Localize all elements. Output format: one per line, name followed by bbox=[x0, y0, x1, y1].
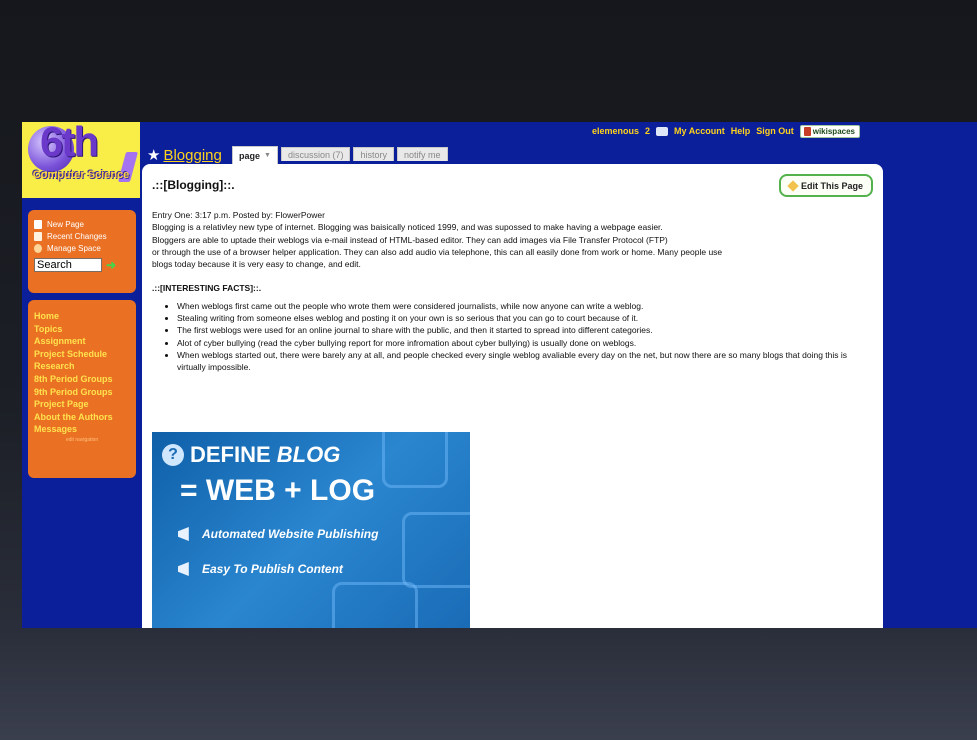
image-line-1: DEFINE BLOG bbox=[190, 442, 340, 468]
page-content: .::[Blogging]::. Edit This Page Entry On… bbox=[142, 164, 883, 628]
username-link[interactable]: elemenous bbox=[592, 126, 639, 136]
tab-discussion[interactable]: discussion (7) bbox=[280, 147, 351, 161]
nav-project-page[interactable]: Project Page bbox=[34, 398, 130, 411]
fact-item: When weblogs first came out the people w… bbox=[177, 300, 873, 312]
tab-page[interactable]: page ▼ bbox=[232, 146, 278, 164]
image-line-1b: BLOG bbox=[276, 442, 341, 467]
decor-shape bbox=[382, 432, 448, 488]
tab-history[interactable]: history bbox=[353, 147, 394, 161]
wikispaces-icon bbox=[803, 126, 811, 136]
user-bar: elemenous 2 My Account Help Sign Out wik… bbox=[592, 124, 860, 138]
wikispaces-label: wikispaces bbox=[812, 126, 855, 136]
logo-text: 6th bbox=[40, 122, 99, 165]
paragraph: Bloggers are able to uptade their weblog… bbox=[152, 234, 668, 245]
search-input[interactable] bbox=[34, 258, 102, 272]
calendar-icon bbox=[34, 231, 42, 241]
logo-subtitle: Computer Science bbox=[32, 169, 130, 181]
edit-navigation-link[interactable]: edit navigation bbox=[34, 437, 130, 443]
tab-history-label: history bbox=[360, 149, 387, 160]
tab-discussion-label: discussion (7) bbox=[287, 149, 344, 160]
star-icon[interactable]: ★ bbox=[147, 146, 160, 164]
image-line-2: = WEB + LOG bbox=[180, 474, 376, 507]
chevron-down-icon[interactable]: ▼ bbox=[264, 152, 271, 159]
megaphone-icon bbox=[178, 562, 189, 576]
image-bullet-2: Easy To Publish Content bbox=[178, 562, 343, 576]
decor-shape bbox=[332, 582, 418, 628]
paragraph: Blogging is a relativley new type of int… bbox=[152, 222, 663, 233]
nav-project-schedule[interactable]: Project Schedule bbox=[34, 348, 130, 361]
paragraph: or through the use of a browser helper a… bbox=[152, 246, 723, 257]
wikispaces-badge[interactable]: wikispaces bbox=[799, 124, 860, 138]
define-blog-image: ? DEFINE BLOG = WEB + LOG Automated Webs… bbox=[152, 432, 470, 628]
fact-item: Alot of cyber bullying (read the cyber b… bbox=[177, 337, 873, 349]
tab-notify-me[interactable]: notify me bbox=[397, 147, 448, 161]
gear-icon bbox=[34, 243, 42, 253]
message-count[interactable]: 2 bbox=[645, 126, 650, 136]
facts-heading: .::[INTERESTING FACTS]::. bbox=[152, 283, 262, 294]
article-body: Entry One: 3:17 p.m. Posted by: FlowerPo… bbox=[152, 209, 873, 374]
nav-about-the-authors[interactable]: About the Authors bbox=[34, 411, 130, 424]
fact-item: Stealing writing from someone elses webl… bbox=[177, 312, 873, 324]
recent-changes-link[interactable]: Recent Changes bbox=[47, 232, 107, 241]
paragraph: blogs today because it is very easy to c… bbox=[152, 259, 361, 270]
edit-page-label: Edit This Page bbox=[800, 180, 863, 191]
decor-shape bbox=[402, 512, 470, 588]
page-tabs: page ▼ discussion (7) history notify me bbox=[232, 146, 448, 164]
page-title[interactable]: Blogging bbox=[163, 147, 221, 164]
tab-notify-label: notify me bbox=[404, 149, 441, 160]
help-link[interactable]: Help bbox=[731, 126, 751, 136]
page-title-area: ★ Blogging bbox=[147, 146, 222, 165]
new-page-icon bbox=[34, 219, 42, 229]
image-line-1a: DEFINE bbox=[190, 442, 277, 467]
image-bullet-1-text: Automated Website Publishing bbox=[202, 527, 379, 541]
manage-space-item[interactable]: Manage Space bbox=[34, 242, 130, 254]
fact-item: The first weblogs were used for an onlin… bbox=[177, 324, 873, 336]
fact-item: When weblogs started out, there were bar… bbox=[177, 349, 873, 374]
nav-assignment[interactable]: Assignment bbox=[34, 335, 130, 348]
paragraph: Entry One: 3:17 p.m. Posted by: FlowerPo… bbox=[152, 210, 325, 220]
search-row: ➜ bbox=[34, 258, 130, 272]
recent-changes-item[interactable]: Recent Changes bbox=[34, 230, 130, 242]
sidebar-navigation: Home Topics Assignment Project Schedule … bbox=[28, 300, 136, 478]
my-account-link[interactable]: My Account bbox=[674, 126, 725, 136]
image-bullet-1: Automated Website Publishing bbox=[178, 527, 378, 541]
question-icon: ? bbox=[162, 444, 184, 466]
facts-list: When weblogs first came out the people w… bbox=[152, 300, 873, 374]
search-go-arrow-icon[interactable]: ➜ bbox=[106, 258, 116, 272]
new-page-item[interactable]: New Page bbox=[34, 218, 130, 230]
nav-9th-period-groups[interactable]: 9th Period Groups bbox=[34, 386, 130, 399]
tab-page-label: page bbox=[239, 150, 261, 161]
browser-screenshot: 6th Computer Science elemenous 2 My Acco… bbox=[22, 122, 977, 628]
nav-topics[interactable]: Topics bbox=[34, 323, 130, 336]
pencil-icon bbox=[787, 179, 799, 192]
nav-8th-period-groups[interactable]: 8th Period Groups bbox=[34, 373, 130, 386]
sign-out-link[interactable]: Sign Out bbox=[756, 126, 794, 136]
nav-home[interactable]: Home bbox=[34, 310, 130, 323]
nav-messages[interactable]: Messages bbox=[34, 423, 130, 436]
sidebar-tools: New Page Recent Changes Manage Space ➜ bbox=[28, 210, 136, 293]
manage-space-link[interactable]: Manage Space bbox=[47, 244, 101, 253]
edit-page-button[interactable]: Edit This Page bbox=[779, 174, 873, 197]
megaphone-icon bbox=[178, 527, 189, 541]
presentation-slide: 6th Computer Science elemenous 2 My Acco… bbox=[0, 0, 977, 740]
page-heading: .::[Blogging]::. bbox=[152, 178, 235, 192]
new-page-link[interactable]: New Page bbox=[47, 220, 84, 229]
nav-research[interactable]: Research bbox=[34, 360, 130, 373]
envelope-icon[interactable] bbox=[656, 126, 669, 136]
image-bullet-2-text: Easy To Publish Content bbox=[202, 562, 343, 576]
site-logo[interactable]: 6th Computer Science bbox=[22, 122, 140, 198]
